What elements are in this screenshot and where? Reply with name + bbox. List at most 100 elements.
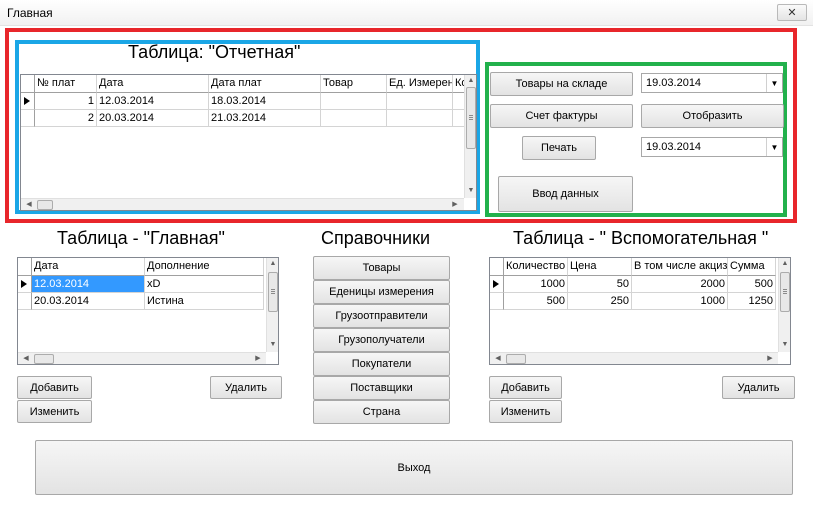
date-to-value: 19.03.2014 <box>646 141 702 153</box>
scroll-up-icon[interactable]: ▲ <box>465 76 477 86</box>
date-from-value: 19.03.2014 <box>646 77 702 89</box>
column-header[interactable]: Ед. Измерен <box>387 75 453 93</box>
table-cell[interactable]: 21.03.2014 <box>209 110 321 127</box>
table-cell[interactable]: 1000 <box>504 276 568 293</box>
column-header[interactable]: Сумма <box>728 258 776 276</box>
table-cell[interactable]: Истина <box>145 293 264 310</box>
scroll-thumb[interactable] <box>466 87 476 149</box>
row-header-corner <box>21 75 35 93</box>
date-from-select[interactable]: 19.03.2014 ▼ <box>641 73 783 93</box>
vertical-scrollbar[interactable]: ▲ ▼ <box>464 75 476 198</box>
scroll-right-icon[interactable]: ▶ <box>449 200 461 210</box>
scroll-thumb[interactable] <box>780 272 790 312</box>
table-cell[interactable]: 20.03.2014 <box>32 293 145 310</box>
scroll-left-icon[interactable]: ◀ <box>492 354 504 364</box>
main-delete-button[interactable]: Удалить <box>210 376 282 399</box>
ref-goods-button[interactable]: Товары <box>313 256 450 280</box>
exit-button[interactable]: Выход <box>35 440 793 495</box>
main-table-grid[interactable]: Дата Дополнение 12.03.2014 xD 20.03.2014… <box>17 257 279 365</box>
row-header[interactable] <box>490 276 504 293</box>
main-edit-button[interactable]: Изменить <box>17 400 92 423</box>
ref-consignees-button[interactable]: Грузополучатели <box>313 328 450 352</box>
table-cell[interactable]: 12.03.2014 <box>97 93 209 110</box>
table-cell[interactable]: 1000 <box>632 293 728 310</box>
scroll-down-icon[interactable]: ▼ <box>779 340 791 350</box>
table-cell[interactable]: 250 <box>568 293 632 310</box>
scroll-down-icon[interactable]: ▼ <box>267 340 279 350</box>
scroll-thumb[interactable] <box>34 354 54 364</box>
ref-buyers-button[interactable]: Покупатели <box>313 352 450 376</box>
table-cell[interactable]: 2 <box>35 110 97 127</box>
horizontal-scrollbar[interactable]: ◀ ▶ <box>490 352 778 364</box>
column-header[interactable]: Цена <box>568 258 632 276</box>
scroll-thumb[interactable] <box>506 354 526 364</box>
print-button[interactable]: Печать <box>522 136 596 160</box>
table-cell-selected[interactable]: 12.03.2014 <box>32 276 145 293</box>
row-header[interactable] <box>490 293 504 310</box>
table-cell[interactable]: 500 <box>728 276 776 293</box>
column-header[interactable]: № плат <box>35 75 97 93</box>
report-table-grid[interactable]: № плат Дата Дата плат Товар Ед. Измерен … <box>20 74 477 211</box>
table-cell[interactable]: 1 <box>35 93 97 110</box>
invoice-button[interactable]: Счет фактуры <box>490 104 633 128</box>
scroll-thumb[interactable] <box>268 272 278 312</box>
horizontal-scrollbar[interactable]: ◀ ▶ <box>18 352 266 364</box>
scroll-left-icon[interactable]: ◀ <box>20 354 32 364</box>
scroll-right-icon[interactable]: ▶ <box>764 354 776 364</box>
row-header-corner <box>490 258 504 276</box>
table-cell[interactable]: 500 <box>504 293 568 310</box>
scroll-up-icon[interactable]: ▲ <box>779 259 791 269</box>
table-cell[interactable] <box>387 110 453 127</box>
current-row-arrow-icon <box>493 280 499 288</box>
ref-shippers-button[interactable]: Грузоотправители <box>313 304 450 328</box>
display-button[interactable]: Отобразить <box>641 104 784 128</box>
table-cell[interactable]: 50 <box>568 276 632 293</box>
current-row-arrow-icon <box>24 97 30 105</box>
ref-units-button[interactable]: Еденицы измерения <box>313 280 450 304</box>
column-header[interactable]: Дополнение <box>145 258 264 276</box>
goods-in-stock-button[interactable]: Товары на складе <box>490 72 633 96</box>
aux-delete-button[interactable]: Удалить <box>722 376 795 399</box>
aux-add-button[interactable]: Добавить <box>489 376 562 399</box>
column-header[interactable]: Дата плат <box>209 75 321 93</box>
row-header[interactable] <box>21 110 35 127</box>
table-cell[interactable]: 2000 <box>632 276 728 293</box>
table-cell[interactable]: 20.03.2014 <box>97 110 209 127</box>
table-cell[interactable] <box>321 93 387 110</box>
column-header[interactable]: Количество <box>504 258 568 276</box>
scroll-thumb[interactable] <box>37 200 53 210</box>
scroll-right-icon[interactable]: ▶ <box>252 354 264 364</box>
vertical-scrollbar[interactable]: ▲ ▼ <box>778 258 790 352</box>
row-header[interactable] <box>18 293 32 310</box>
row-header[interactable] <box>21 93 35 110</box>
scroll-up-icon[interactable]: ▲ <box>267 259 279 269</box>
chevron-down-icon[interactable]: ▼ <box>766 74 782 92</box>
column-header[interactable]: Дата <box>97 75 209 93</box>
chevron-down-icon[interactable]: ▼ <box>766 138 782 156</box>
row-header[interactable] <box>18 276 32 293</box>
column-header[interactable]: Дата <box>32 258 145 276</box>
table-cell[interactable]: xD <box>145 276 264 293</box>
table-cell[interactable] <box>321 110 387 127</box>
aux-edit-button[interactable]: Изменить <box>489 400 562 423</box>
close-button[interactable]: ✕ <box>777 4 807 21</box>
scroll-down-icon[interactable]: ▼ <box>465 186 477 196</box>
horizontal-scrollbar[interactable]: ◀ ▶ <box>21 198 464 210</box>
table-cell[interactable]: 18.03.2014 <box>209 93 321 110</box>
scroll-left-icon[interactable]: ◀ <box>23 200 35 210</box>
column-header[interactable]: В том числе акциз <box>632 258 728 276</box>
references-heading: Справочники <box>321 228 431 248</box>
title-bar: Главная ✕ <box>0 0 813 26</box>
column-header[interactable]: Товар <box>321 75 387 93</box>
row-header-corner <box>18 258 32 276</box>
table-cell[interactable]: 1250 <box>728 293 776 310</box>
date-to-select[interactable]: 19.03.2014 ▼ <box>641 137 783 157</box>
data-entry-button[interactable]: Ввод данных <box>498 176 633 212</box>
table-cell[interactable] <box>387 93 453 110</box>
ref-country-button[interactable]: Страна <box>313 400 450 424</box>
vertical-scrollbar[interactable]: ▲ ▼ <box>266 258 278 352</box>
ref-suppliers-button[interactable]: Поставщики <box>313 376 450 400</box>
current-row-arrow-icon <box>21 280 27 288</box>
main-add-button[interactable]: Добавить <box>17 376 92 399</box>
aux-table-grid[interactable]: Количество Цена В том числе акциз Сумма … <box>489 257 791 365</box>
